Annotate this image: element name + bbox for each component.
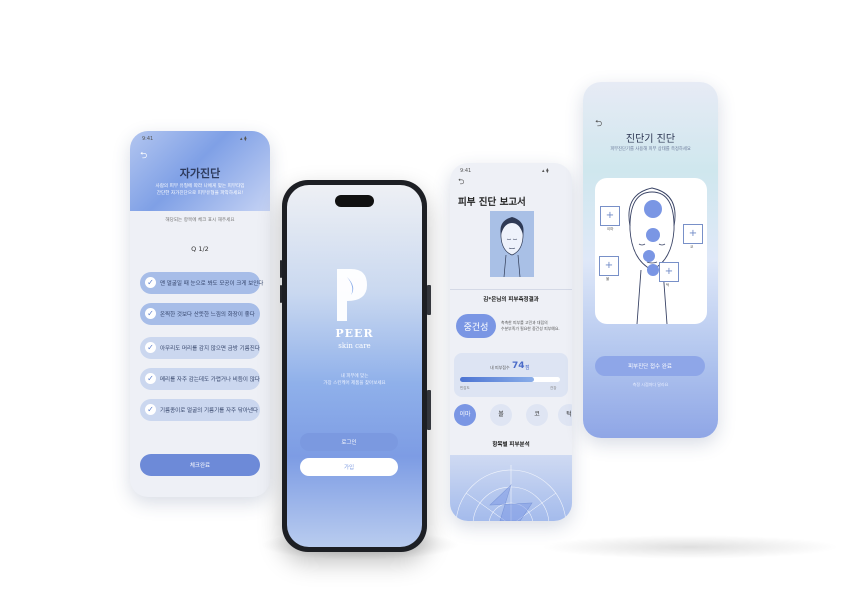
section-title: 항목별 피부분석: [492, 442, 530, 448]
check-item-label: 메리를 자주 감는데도 가렵거나 비듬이 많다: [160, 377, 260, 383]
login-button[interactable]: 로그인: [300, 433, 398, 451]
tab-cheek[interactable]: 볼: [490, 404, 512, 426]
page-title: 피부 진단 보고서: [458, 197, 526, 208]
back-icon[interactable]: ⮌: [458, 176, 464, 190]
tab-chin[interactable]: 턱: [558, 404, 572, 426]
check-item[interactable]: ✓ 온찍한 것보다 산뜻한 느낌의 화장이 좋다: [140, 303, 260, 325]
score-card: 내 피부점수 74 점 민감도 건강: [454, 353, 568, 397]
back-icon[interactable]: ⮌: [140, 148, 147, 164]
add-zone-forehead-icon[interactable]: +: [600, 206, 620, 226]
dynamic-island: [335, 195, 374, 207]
check-item[interactable]: ✓ 아무리도 머리를 감지 않으면 금방 기름진다: [140, 337, 260, 359]
self-check-screen: 9:41 ▴ ⧫ ⮌ 자가진단 사람의 피부 유형에 따라 나에게 맞는 피부타…: [130, 131, 270, 497]
check-item[interactable]: ✓ 메리를 자주 감는데도 가렵거나 비듬이 많다: [140, 368, 260, 390]
add-zone-cheek-icon[interactable]: +: [599, 256, 619, 276]
score-value: 74: [512, 361, 525, 371]
skin-type-badge: 중건성: [456, 314, 496, 338]
tab-nose[interactable]: 코: [526, 404, 548, 426]
subtitle: 피부진단기를 사용해 피부 상태를 측정하세요: [610, 147, 691, 152]
signup-label: 가입: [343, 465, 355, 471]
check-icon: ✓: [145, 308, 156, 319]
peer-logo-icon: [333, 265, 373, 323]
complete-label: 피부진단 접수 완료: [628, 364, 672, 370]
hint-text: 해당되는 항목에 체크 표시 해주세요: [165, 218, 235, 223]
subtitle-line: 사람의 피부 유형에 따라 나에게 맞는 피부타입: [155, 184, 245, 189]
scale-min-label: 민감도: [460, 386, 470, 390]
page-title: 자가진단: [179, 167, 221, 180]
splash-screen-device: PEER skin care 내 피부에 맞는 가장 스킨케어 제품을 찾아보세…: [282, 180, 427, 552]
face-portrait: [490, 211, 534, 278]
question-counter: Q 1/2: [191, 245, 209, 253]
tab-forehead[interactable]: 이마: [454, 404, 476, 426]
zone-label-nose: 코: [690, 245, 694, 249]
brand-tagline: skin care: [338, 342, 371, 350]
score-unit: 점: [525, 365, 530, 371]
submit-button[interactable]: 체크완료: [140, 454, 260, 476]
zone-dot-nose: [646, 228, 660, 242]
zone-label-forehead: 이마: [607, 227, 614, 231]
signup-button[interactable]: 가입: [300, 458, 398, 476]
check-item-label: 맨 얼굴일 때 눈으로 봐도 모공이 크게 보인다: [160, 281, 264, 287]
zone-dot-chin: [647, 264, 659, 276]
radar-area: [450, 455, 572, 521]
splash-screen: PEER skin care 내 피부에 맞는 가장 스킨케어 제품을 찾아보세…: [287, 185, 422, 547]
device-side-edge: [427, 390, 431, 430]
zone-dot-cheek: [643, 250, 655, 262]
add-zone-chin-icon[interactable]: +: [659, 262, 679, 282]
status-icons: ▴ ⧫: [542, 168, 549, 174]
status-icons: ▴ ⧫: [240, 136, 247, 142]
subtitle-line: 간단한 자가진단으로 피부유형을 파악하세요!: [156, 191, 244, 196]
scale-max-label: 건강: [550, 386, 557, 390]
check-item-label: 아무리도 머리를 감지 않으면 금방 기름진다: [160, 346, 260, 352]
face-zone-card: + 이마 + 코 + 볼 + 턱: [595, 178, 707, 324]
login-label: 로그인: [341, 440, 357, 446]
score-track: [460, 377, 560, 382]
zone-label-chin: 턱: [666, 283, 670, 287]
check-icon: ✓: [145, 342, 156, 353]
check-item[interactable]: ✓ 맨 얼굴일 때 눈으로 봐도 모공이 크게 보인다: [140, 272, 264, 294]
divider: [450, 289, 572, 290]
note-text: 측정 시점마다 달라요: [632, 382, 669, 387]
check-icon: ✓: [145, 373, 156, 384]
status-time: 9:41: [460, 168, 472, 174]
add-zone-nose-icon[interactable]: +: [683, 224, 703, 244]
check-icon: ✓: [145, 404, 156, 415]
device-power-button: [427, 285, 431, 315]
report-screen: 9:41 ▴ ⧫ ⮌ 피부 진단 보고서 김*은님의 피부측정결과 중건성 촉촉…: [450, 163, 572, 521]
zone-label-cheek: 볼: [606, 277, 610, 281]
skin-type-label: 중건성: [463, 323, 489, 333]
splash-desc: 가장 스킨케어 제품을 찾아보세요: [323, 381, 386, 386]
score-label: 내 피부점수: [490, 365, 510, 370]
result-heading: 김*은님의 피부측정결과: [483, 297, 539, 303]
check-item-label: 기름종이로 얼굴의 기름기를 자주 닦아낸다: [160, 408, 259, 414]
brand-name: PEER: [335, 327, 374, 340]
page-title: 진단기 진단: [625, 134, 676, 145]
diagnosis-screen: ⮌ 진단기 진단 피부진단기를 사용해 피부 상태를 측정하세요 + 이마 + …: [583, 82, 718, 438]
splash-desc: 내 피부에 맞는: [340, 374, 369, 379]
submit-label: 체크완료: [189, 463, 211, 469]
check-item-label: 온찍한 것보다 산뜻한 느낌의 화장이 좋다: [160, 312, 255, 318]
complete-button[interactable]: 피부진단 접수 완료: [595, 356, 705, 376]
status-time: 9:41: [142, 136, 154, 142]
zone-dot-forehead: [644, 200, 662, 218]
check-item[interactable]: ✓ 기름종이로 얼굴의 기름기를 자주 닦아낸다: [140, 399, 260, 421]
score-fill: [460, 377, 534, 382]
skin-type-desc: 수분부족가 필요한 중건성 피부예요.: [501, 326, 560, 331]
check-icon: ✓: [145, 277, 156, 288]
phone-shadow: [540, 535, 840, 559]
